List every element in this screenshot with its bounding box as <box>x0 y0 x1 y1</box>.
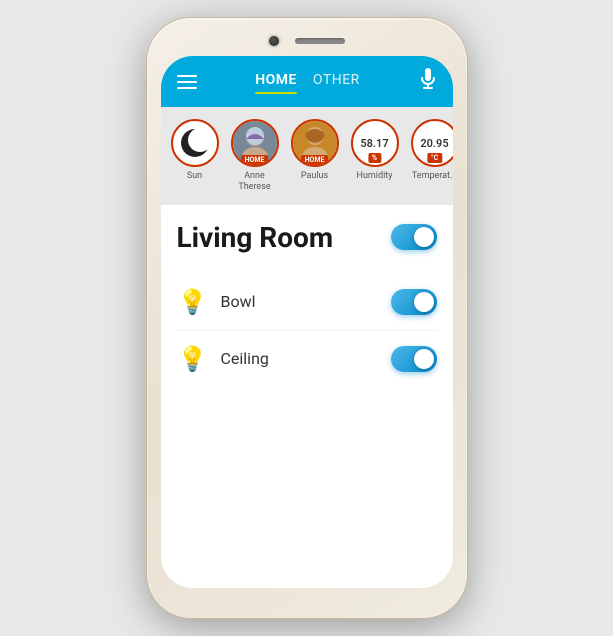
paulus-home-badge: HOME <box>301 155 329 165</box>
temp1-unit: °C <box>427 153 442 163</box>
tab-other[interactable]: OTHER <box>313 72 360 92</box>
anne-label: AnneTherese <box>238 171 270 193</box>
device-ceiling: 💡 Ceiling <box>177 331 437 387</box>
sensor-sun-label: Sun <box>187 171 202 182</box>
sun-circle <box>171 119 219 167</box>
nav-tabs: HOME OTHER <box>255 72 360 92</box>
speaker <box>295 38 345 44</box>
ceiling-bulb-icon: 💡 <box>177 343 209 375</box>
sensor-paulus[interactable]: HOME Paulus <box>289 119 341 193</box>
phone-top <box>161 32 453 50</box>
nav-bar: HOME OTHER <box>161 56 453 107</box>
bowl-toggle[interactable] <box>391 289 437 315</box>
room-header: Living Room <box>177 221 437 254</box>
living-room-toggle[interactable] <box>391 224 437 250</box>
sensor-temp1[interactable]: 20.95 °C Temperat... <box>409 119 453 193</box>
temp1-value: 20.95 <box>420 137 448 150</box>
front-camera <box>269 36 279 46</box>
bowl-name: Bowl <box>221 292 391 311</box>
device-bowl: 💡 Bowl <box>177 274 437 331</box>
bowl-bulb-icon: 💡 <box>177 286 209 318</box>
temp1-circle: 20.95 °C <box>411 119 453 167</box>
mic-icon[interactable] <box>419 68 437 95</box>
phone-screen: HOME OTHER <box>161 56 453 588</box>
sensor-humidity1[interactable]: 58.17 % Humidity <box>349 119 401 193</box>
sensor-row: Sun HOME AnneTheres <box>161 107 453 205</box>
room-title: Living Room <box>177 221 334 254</box>
paulus-circle: HOME <box>291 119 339 167</box>
phone-frame: HOME OTHER <box>147 18 467 618</box>
humidity1-unit: % <box>368 153 381 163</box>
humidity1-circle: 58.17 % <box>351 119 399 167</box>
humidity1-value: 58.17 <box>360 137 388 150</box>
anne-circle: HOME <box>231 119 279 167</box>
ceiling-toggle[interactable] <box>391 346 437 372</box>
sensor-anne[interactable]: HOME AnneTherese <box>229 119 281 193</box>
main-content: Living Room 💡 Bowl 💡 Ceiling <box>161 205 453 588</box>
sensor-sun[interactable]: Sun <box>169 119 221 193</box>
anne-home-badge: HOME <box>241 155 269 165</box>
paulus-label: Paulus <box>301 171 328 182</box>
temp1-label: Temperat... <box>412 171 453 182</box>
humidity1-label: Humidity <box>357 171 393 182</box>
tab-home[interactable]: HOME <box>255 72 297 92</box>
hamburger-menu-button[interactable] <box>177 75 197 89</box>
ceiling-name: Ceiling <box>221 349 391 368</box>
